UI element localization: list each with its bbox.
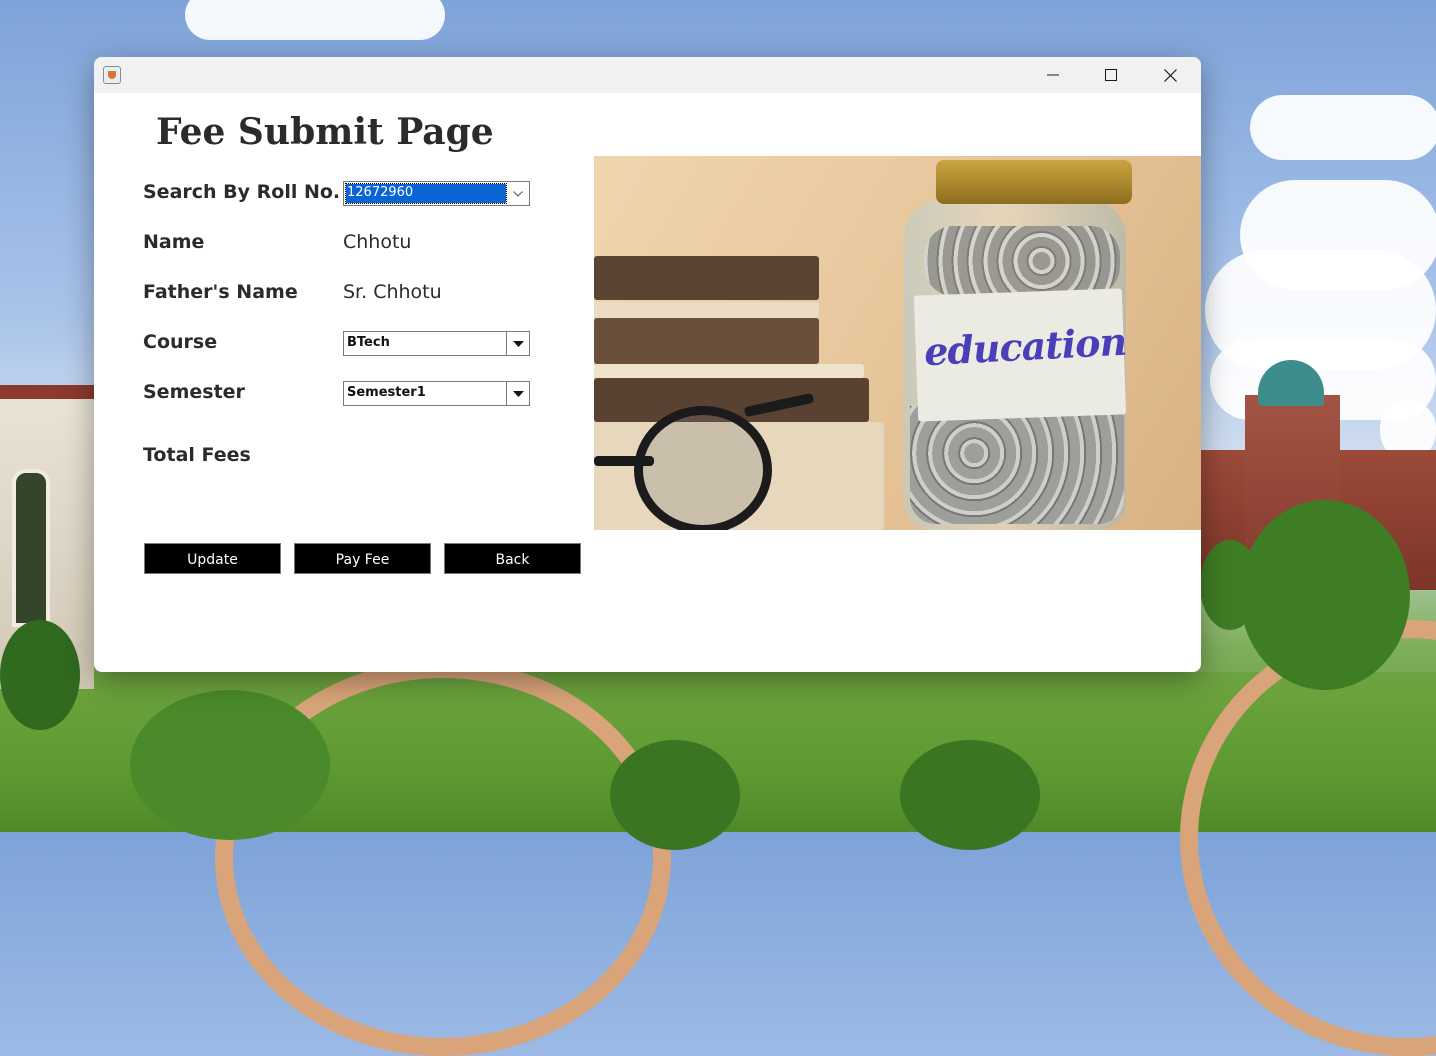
- roll-number-value: 12672960: [347, 185, 414, 200]
- update-button[interactable]: Update: [144, 543, 281, 574]
- education-jar-image: education: [594, 156, 1201, 530]
- maximize-icon: [1105, 69, 1117, 81]
- father-name-label: Father's Name: [143, 281, 298, 303]
- maximize-button[interactable]: [1082, 57, 1140, 93]
- course-value: BTech: [347, 335, 390, 350]
- title-bar[interactable]: [94, 57, 1201, 93]
- close-button[interactable]: [1141, 57, 1199, 93]
- chevron-down-icon: [512, 390, 524, 397]
- roll-number-dropdown-arrow[interactable]: [507, 182, 529, 205]
- semester-dropdown-arrow[interactable]: [506, 382, 529, 405]
- close-icon: [1163, 68, 1177, 82]
- semester-combobox[interactable]: Semester1: [343, 381, 530, 406]
- semester-label: Semester: [143, 381, 245, 403]
- chevron-down-icon: [513, 190, 523, 197]
- page-title: Fee Submit Page: [156, 111, 494, 153]
- fee-submit-window: Fee Submit Page Search By Roll No. 12672…: [94, 57, 1201, 672]
- total-fees-label: Total Fees: [143, 444, 251, 466]
- roll-number-label: Search By Roll No.: [143, 181, 341, 203]
- course-label: Course: [143, 331, 218, 353]
- roll-number-combobox[interactable]: 12672960: [343, 181, 530, 206]
- java-app-icon: [103, 66, 121, 84]
- name-label: Name: [143, 231, 205, 253]
- minimize-icon: [1047, 74, 1059, 76]
- course-dropdown-arrow[interactable]: [506, 332, 529, 355]
- semester-value: Semester1: [347, 385, 426, 400]
- name-value: Chhotu: [343, 231, 412, 253]
- minimize-button[interactable]: [1024, 57, 1082, 93]
- chevron-down-icon: [512, 340, 524, 347]
- pay-fee-button[interactable]: Pay Fee: [294, 543, 431, 574]
- course-combobox[interactable]: BTech: [343, 331, 530, 356]
- back-button[interactable]: Back: [444, 543, 581, 574]
- father-name-value: Sr. Chhotu: [343, 281, 442, 303]
